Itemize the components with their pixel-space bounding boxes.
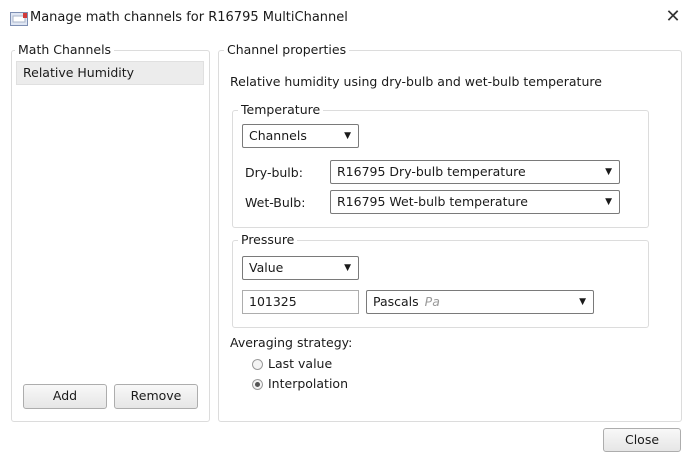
dry-bulb-select[interactable]: R16795 Dry-bulb temperature ▼	[330, 160, 620, 184]
channel-description: Relative humidity using dry-bulb and wet…	[230, 74, 602, 89]
channel-properties-legend: Channel properties	[224, 42, 350, 57]
math-channels-legend: Math Channels	[15, 42, 115, 57]
remove-button[interactable]: Remove	[114, 384, 198, 409]
pressure-unit-select[interactable]: Pascals Pa ▼	[366, 290, 594, 314]
radio-last-value-label[interactable]: Last value	[268, 356, 332, 371]
temperature-source-value: Channels	[249, 128, 307, 143]
close-icon[interactable]: ✕	[662, 6, 684, 28]
chevron-down-icon: ▼	[579, 297, 586, 307]
pressure-unit-symbol: Pa	[424, 294, 440, 309]
wet-bulb-label: Wet-Bulb:	[245, 195, 306, 210]
math-channels-group	[11, 50, 210, 422]
pressure-source-select[interactable]: Value ▼	[242, 256, 359, 280]
temperature-source-select[interactable]: Channels ▼	[242, 124, 359, 148]
dry-bulb-label: Dry-bulb:	[245, 165, 303, 180]
chevron-down-icon: ▼	[344, 131, 351, 141]
temperature-legend: Temperature	[238, 102, 324, 117]
wet-bulb-value: R16795 Wet-bulb temperature	[337, 194, 528, 209]
chevron-down-icon: ▼	[605, 197, 612, 207]
window-title: Manage math channels for R16795 MultiCha…	[30, 10, 348, 25]
pressure-source-value: Value	[249, 260, 284, 275]
wet-bulb-select[interactable]: R16795 Wet-bulb temperature ▼	[330, 190, 620, 214]
pressure-unit-name: Pascals	[373, 294, 419, 309]
chevron-down-icon: ▼	[344, 263, 351, 273]
title-bar: Manage math channels for R16795 MultiCha…	[0, 0, 689, 34]
close-button[interactable]: Close	[603, 428, 681, 452]
averaging-strategy-label: Averaging strategy:	[230, 335, 353, 350]
chevron-down-icon: ▼	[605, 167, 612, 177]
dry-bulb-value: R16795 Dry-bulb temperature	[337, 164, 526, 179]
pressure-group	[232, 240, 649, 328]
list-item[interactable]: Relative Humidity	[16, 61, 204, 85]
app-icon	[10, 12, 28, 26]
radio-interpolation[interactable]	[252, 379, 263, 390]
pressure-legend: Pressure	[238, 232, 298, 247]
pressure-value-input[interactable]: 101325	[242, 290, 359, 314]
radio-last-value[interactable]	[252, 359, 263, 370]
add-button[interactable]: Add	[23, 384, 107, 409]
radio-interpolation-label[interactable]: Interpolation	[268, 376, 348, 391]
